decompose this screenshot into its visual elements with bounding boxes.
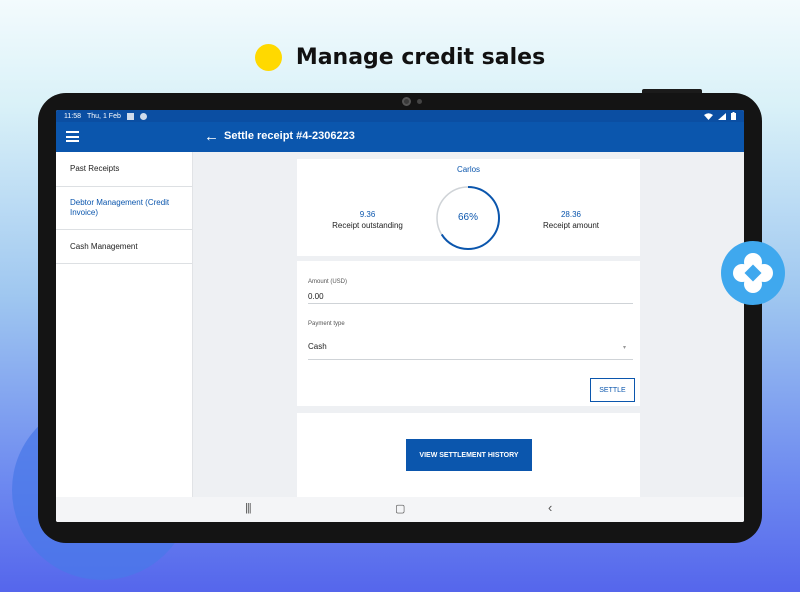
progress-percent: 66% (457, 212, 478, 223)
sidebar-item-debtor-management[interactable]: Debtor Management (Credit Invoice) (56, 187, 192, 230)
recents-icon[interactable]: ||| (245, 502, 252, 514)
payment-type-label: Payment type (308, 321, 345, 327)
settle-form-card: Amount (USD) 0.00 Payment type Cash ▾ SE… (297, 261, 640, 406)
camera-icon (402, 97, 411, 106)
chevron-down-icon[interactable]: ▾ (623, 344, 626, 351)
amount-stat: 28.36 Receipt amount (521, 210, 621, 230)
home-icon[interactable]: ▢ (395, 502, 405, 515)
sidebar-item-label: Cash Management (70, 241, 138, 251)
amount-label: Receipt amount (542, 221, 600, 230)
android-nav-bar: ||| ▢ ‹ (56, 497, 744, 522)
brand-logo-icon (721, 241, 785, 305)
sensor-icon (417, 99, 422, 104)
amount-value: 28.36 (560, 210, 582, 219)
amount-field-label: Amount (USD) (308, 279, 348, 285)
signal-icon (718, 112, 726, 120)
gallery-icon (126, 112, 134, 120)
app-bar: ← Settle receipt #4-2306223 (56, 122, 744, 152)
outstanding-stat: 9.36 Receipt outstanding (315, 210, 420, 230)
amount-field-underline (308, 303, 633, 304)
back-arrow-icon[interactable]: ← (204, 128, 219, 145)
history-card: VIEW SETTLEMENT HISTORY (297, 413, 640, 503)
battery-icon (731, 112, 736, 120)
nav-back-icon[interactable]: ‹ (548, 500, 552, 515)
notification-icon (139, 112, 147, 120)
customer-name: Carlos (456, 165, 481, 174)
headline: Manage credit sales (0, 44, 800, 71)
menu-icon[interactable] (66, 131, 79, 142)
view-settlement-history-button[interactable]: VIEW SETTLEMENT HISTORY (406, 439, 532, 471)
sidebar-item-past-receipts[interactable]: Past Receipts (56, 152, 192, 187)
outstanding-label: Receipt outstanding (332, 221, 403, 230)
headline-text: Manage credit sales (295, 45, 546, 70)
yellow-dot-icon (254, 44, 282, 71)
payment-type-underline (308, 359, 633, 360)
sidebar: Past Receipts Debtor Management (Credit … (56, 152, 193, 497)
tablet-screen: 11:58 Thu, 1 Feb ← Settle receipt #4-230… (56, 110, 744, 522)
sidebar-item-label: Debtor Management (Credit Invoice) (70, 198, 170, 217)
receipt-summary-card: Carlos 9.36 Receipt outstanding 66% 28.3… (297, 159, 640, 256)
page-title: Settle receipt #4-2306223 (224, 130, 355, 142)
outstanding-value: 9.36 (359, 210, 376, 219)
payment-type-select[interactable]: Cash (308, 342, 327, 351)
sidebar-item-label: Past Receipts (70, 164, 120, 173)
status-date: Thu, 1 Feb (87, 112, 121, 120)
amount-field[interactable]: 0.00 (308, 292, 324, 301)
sidebar-item-cash-management[interactable]: Cash Management (56, 230, 192, 264)
status-bar: 11:58 Thu, 1 Feb (56, 110, 744, 122)
wifi-icon (704, 112, 713, 120)
status-time: 11:58 (64, 112, 81, 120)
settle-button[interactable]: SETTLE (590, 378, 635, 402)
